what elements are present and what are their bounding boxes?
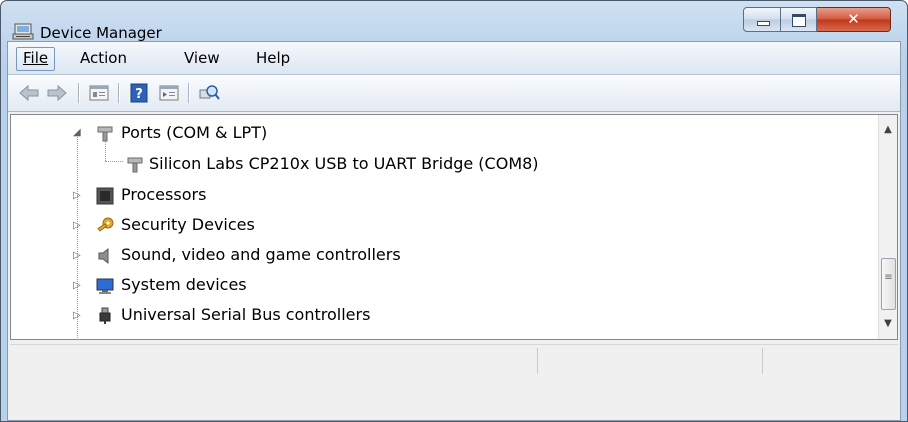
status-bar [10, 344, 898, 377]
properties-button[interactable] [88, 83, 110, 103]
scroll-thumb[interactable]: ≡ [881, 258, 896, 310]
menu-bar: File Action View Help [8, 42, 900, 75]
forward-button[interactable] [46, 83, 68, 103]
help-icon: ? [130, 83, 148, 103]
minimize-icon [757, 21, 770, 26]
menu-action-label: Action [80, 49, 127, 67]
tree-item-label: Security Devices [121, 215, 255, 234]
expand-arrow-icon[interactable]: ▷ [73, 211, 81, 241]
tree-item-sound-video-game[interactable]: ▷ Sound, video and game controllers [71, 240, 771, 270]
tree-item-label: System devices [121, 275, 247, 294]
scan-hardware-icon [199, 85, 220, 100]
menu-help[interactable]: Help [250, 47, 296, 69]
scroll-up-arrow-icon[interactable]: ▲ [879, 121, 897, 139]
menu-action[interactable]: Action [74, 47, 133, 69]
update-driver-icon [159, 85, 179, 101]
tree-item-processors[interactable]: ▷ Processors [71, 180, 771, 210]
port-icon [95, 123, 115, 142]
tree-item-silicon-labs-bridge[interactable]: Silicon Labs CP210x USB to UART Bridge (… [99, 149, 799, 179]
tree-item-label: Ports (COM & LPT) [121, 123, 268, 142]
device-manager-window: Device Manager ✕ File Action View Help ?… [0, 0, 908, 422]
processor-icon [95, 185, 115, 205]
tree-item-ports[interactable]: ◢ Ports (COM & LPT) [71, 118, 771, 148]
minimize-button[interactable] [743, 7, 781, 32]
update-driver-button[interactable] [158, 83, 180, 103]
status-pane [762, 348, 893, 374]
port-icon [125, 154, 145, 173]
tree-item-usb-controllers[interactable]: ▷ Universal Serial Bus controllers [71, 300, 771, 330]
scroll-down-arrow-icon[interactable]: ▼ [879, 315, 897, 333]
expand-arrow-icon[interactable]: ▷ [73, 241, 81, 271]
device-manager-icon [12, 22, 34, 40]
scan-hardware-button[interactable] [198, 83, 220, 103]
speaker-icon [95, 245, 115, 265]
tree-item-security-devices[interactable]: ▷ Security Devices [71, 210, 771, 240]
tree-item-label: Silicon Labs CP210x USB to UART Bridge (… [149, 154, 539, 173]
menu-help-label: Help [256, 49, 291, 67]
help-button[interactable]: ? [128, 83, 150, 103]
toolbar-separator [78, 83, 80, 103]
menu-view-label: View [184, 49, 220, 67]
vertical-scrollbar[interactable]: ▲ ≡ ▼ [878, 115, 897, 339]
forward-arrow-icon [47, 84, 67, 102]
computer-icon [95, 275, 115, 294]
key-icon [95, 215, 115, 233]
toolbar: ? [8, 75, 900, 112]
menu-view[interactable]: View [178, 47, 226, 69]
usb-plug-icon [95, 305, 115, 324]
close-button[interactable]: ✕ [817, 7, 891, 32]
toolbar-separator [118, 83, 120, 103]
client-area: File Action View Help ? ◢ Ports (COM & L… [7, 41, 901, 421]
tree-item-label: Universal Serial Bus controllers [121, 305, 371, 324]
maximize-button[interactable] [781, 7, 817, 32]
collapse-arrow-icon[interactable]: ◢ [73, 118, 81, 148]
svg-text:?: ? [135, 87, 143, 102]
back-button[interactable] [18, 83, 40, 103]
expand-arrow-icon[interactable]: ▷ [73, 271, 81, 301]
back-arrow-icon [19, 84, 39, 102]
menu-file-label: File [23, 49, 49, 67]
window-title: Device Manager [40, 24, 162, 42]
tree-item-label: Sound, video and game controllers [121, 245, 401, 264]
grip-icon: ≡ [884, 272, 893, 283]
menu-file[interactable]: File [16, 47, 56, 71]
expand-arrow-icon[interactable]: ▷ [73, 181, 81, 211]
status-pane [537, 348, 762, 374]
device-tree[interactable]: ◢ Ports (COM & LPT) Silicon Labs CP210x … [10, 114, 898, 340]
title-bar[interactable]: Device Manager ✕ [1, 1, 907, 42]
expand-arrow-icon[interactable]: ▷ [73, 301, 81, 331]
toolbar-separator [188, 83, 190, 103]
tree-item-system-devices[interactable]: ▷ System devices [71, 270, 771, 300]
tree-item-label: Processors [121, 185, 207, 204]
close-icon: ✕ [847, 10, 860, 28]
maximize-icon [792, 14, 806, 27]
properties-icon [89, 85, 109, 101]
